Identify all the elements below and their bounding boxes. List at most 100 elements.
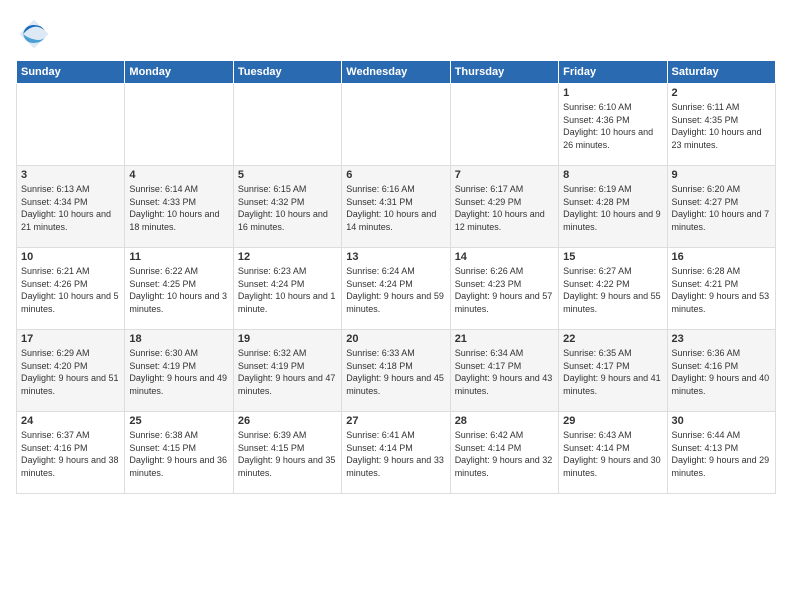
col-header-thursday: Thursday: [450, 61, 558, 84]
col-header-sunday: Sunday: [17, 61, 125, 84]
calendar-cell: 15 Sunrise: 6:27 AM Sunset: 4:22 PM Dayli…: [559, 248, 667, 330]
day-number: 28: [455, 415, 554, 427]
day-number: 20: [346, 333, 445, 345]
col-header-wednesday: Wednesday: [342, 61, 450, 84]
day-number: 27: [346, 415, 445, 427]
calendar-week-row: 17Sunrise: 6:29 AM Sunset: 4:20 PM Dayli…: [17, 330, 776, 412]
day-info: Sunrise: 6:11 AM Sunset: 4:35 PM Dayligh…: [672, 101, 771, 151]
day-info: Sunrise: 6:26 AM Sunset: 4:23 PM Dayligh…: [455, 265, 554, 315]
day-info: Sunrise: 6:19 AM Sunset: 4:28 PM Dayligh…: [563, 183, 662, 233]
calendar-cell: 13 Sunrise: 6:24 AM Sunset: 4:24 PM Dayli…: [342, 248, 450, 330]
day-info: Sunrise: 6:14 AM Sunset: 4:33 PM Dayligh…: [129, 183, 228, 233]
day-number: 29: [563, 415, 662, 427]
day-number: 23: [672, 333, 771, 345]
day-info: Sunrise: 6:10 AM Sunset: 4:36 PM Dayligh…: [563, 101, 662, 151]
calendar-cell: 7Sunrise: 6:17 AM Sunset: 4:29 PM Daylig…: [450, 166, 558, 248]
calendar-header-row: SundayMondayTuesdayWednesdayThursdayFrid…: [17, 61, 776, 84]
calendar-cell: 18 Sunrise: 6:30 AM Sunset: 4:19 PM Dayli…: [125, 330, 233, 412]
day-number: 3: [21, 169, 120, 181]
day-info: Sunrise: 6:38 AM Sunset: 4:15 PM Dayligh…: [129, 429, 228, 479]
day-info: Sunrise: 6:34 AM Sunset: 4:17 PM Dayligh…: [455, 347, 554, 397]
day-info: Sunrise: 6:21 AM Sunset: 4:26 PM Dayligh…: [21, 265, 120, 315]
calendar-cell: 4 Sunrise: 6:14 AM Sunset: 4:33 PM Daylig…: [125, 166, 233, 248]
day-number: 1: [563, 87, 662, 99]
calendar-cell: 16 Sunrise: 6:28 AM Sunset: 4:21 PM Dayli…: [667, 248, 775, 330]
calendar-cell: [342, 84, 450, 166]
day-info: Sunrise: 6:24 AM Sunset: 4:24 PM Dayligh…: [346, 265, 445, 315]
calendar-week-row: 3Sunrise: 6:13 AM Sunset: 4:34 PM Daylig…: [17, 166, 776, 248]
calendar-cell: 6 Sunrise: 6:16 AM Sunset: 4:31 PM Daylig…: [342, 166, 450, 248]
day-number: 16: [672, 251, 771, 263]
calendar-cell: [450, 84, 558, 166]
day-info: Sunrise: 6:16 AM Sunset: 4:31 PM Dayligh…: [346, 183, 445, 233]
calendar-cell: 25 Sunrise: 6:38 AM Sunset: 4:15 PM Dayli…: [125, 412, 233, 494]
calendar-week-row: 10Sunrise: 6:21 AM Sunset: 4:26 PM Dayli…: [17, 248, 776, 330]
day-number: 5: [238, 169, 337, 181]
day-info: Sunrise: 6:44 AM Sunset: 4:13 PM Dayligh…: [672, 429, 771, 479]
calendar-page: SundayMondayTuesdayWednesdayThursdayFrid…: [0, 0, 792, 612]
calendar-cell: 22 Sunrise: 6:35 AM Sunset: 4:17 PM Dayli…: [559, 330, 667, 412]
calendar-cell: 23 Sunrise: 6:36 AM Sunset: 4:16 PM Dayli…: [667, 330, 775, 412]
col-header-saturday: Saturday: [667, 61, 775, 84]
day-info: Sunrise: 6:42 AM Sunset: 4:14 PM Dayligh…: [455, 429, 554, 479]
calendar-cell: [125, 84, 233, 166]
calendar-cell: 27 Sunrise: 6:41 AM Sunset: 4:14 PM Dayli…: [342, 412, 450, 494]
logo-icon: [16, 16, 52, 52]
day-number: 19: [238, 333, 337, 345]
day-number: 6: [346, 169, 445, 181]
day-number: 11: [129, 251, 228, 263]
calendar-table: SundayMondayTuesdayWednesdayThursdayFrid…: [16, 60, 776, 494]
day-info: Sunrise: 6:36 AM Sunset: 4:16 PM Dayligh…: [672, 347, 771, 397]
day-info: Sunrise: 6:35 AM Sunset: 4:17 PM Dayligh…: [563, 347, 662, 397]
day-number: 15: [563, 251, 662, 263]
day-info: Sunrise: 6:33 AM Sunset: 4:18 PM Dayligh…: [346, 347, 445, 397]
day-info: Sunrise: 6:30 AM Sunset: 4:19 PM Dayligh…: [129, 347, 228, 397]
calendar-cell: 19Sunrise: 6:32 AM Sunset: 4:19 PM Dayli…: [233, 330, 341, 412]
day-number: 22: [563, 333, 662, 345]
day-number: 17: [21, 333, 120, 345]
day-number: 12: [238, 251, 337, 263]
calendar-cell: 26 Sunrise: 6:39 AM Sunset: 4:15 PM Dayli…: [233, 412, 341, 494]
header: [16, 16, 776, 52]
day-number: 14: [455, 251, 554, 263]
day-info: Sunrise: 6:17 AM Sunset: 4:29 PM Dayligh…: [455, 183, 554, 233]
day-number: 21: [455, 333, 554, 345]
calendar-cell: 21 Sunrise: 6:34 AM Sunset: 4:17 PM Dayli…: [450, 330, 558, 412]
day-info: Sunrise: 6:28 AM Sunset: 4:21 PM Dayligh…: [672, 265, 771, 315]
day-info: Sunrise: 6:27 AM Sunset: 4:22 PM Dayligh…: [563, 265, 662, 315]
calendar-cell: [233, 84, 341, 166]
calendar-cell: 24 Sunrise: 6:37 AM Sunset: 4:16 PM Dayli…: [17, 412, 125, 494]
calendar-cell: 5 Sunrise: 6:15 AM Sunset: 4:32 PM Daylig…: [233, 166, 341, 248]
calendar-cell: 8 Sunrise: 6:19 AM Sunset: 4:28 PM Daylig…: [559, 166, 667, 248]
day-number: 25: [129, 415, 228, 427]
day-info: Sunrise: 6:15 AM Sunset: 4:32 PM Dayligh…: [238, 183, 337, 233]
day-number: 24: [21, 415, 120, 427]
calendar-cell: 9 Sunrise: 6:20 AM Sunset: 4:27 PM Daylig…: [667, 166, 775, 248]
day-number: 30: [672, 415, 771, 427]
calendar-cell: 3Sunrise: 6:13 AM Sunset: 4:34 PM Daylig…: [17, 166, 125, 248]
day-info: Sunrise: 6:23 AM Sunset: 4:24 PM Dayligh…: [238, 265, 337, 315]
calendar-cell: 28 Sunrise: 6:42 AM Sunset: 4:14 PM Dayli…: [450, 412, 558, 494]
day-info: Sunrise: 6:43 AM Sunset: 4:14 PM Dayligh…: [563, 429, 662, 479]
calendar-cell: 30 Sunrise: 6:44 AM Sunset: 4:13 PM Dayli…: [667, 412, 775, 494]
day-info: Sunrise: 6:37 AM Sunset: 4:16 PM Dayligh…: [21, 429, 120, 479]
calendar-cell: [17, 84, 125, 166]
calendar-cell: 1 Sunrise: 6:10 AM Sunset: 4:36 PM Daylig…: [559, 84, 667, 166]
calendar-week-row: 24 Sunrise: 6:37 AM Sunset: 4:16 PM Dayli…: [17, 412, 776, 494]
day-info: Sunrise: 6:41 AM Sunset: 4:14 PM Dayligh…: [346, 429, 445, 479]
calendar-cell: 10Sunrise: 6:21 AM Sunset: 4:26 PM Dayli…: [17, 248, 125, 330]
calendar-cell: 29 Sunrise: 6:43 AM Sunset: 4:14 PM Dayli…: [559, 412, 667, 494]
calendar-cell: 11 Sunrise: 6:22 AM Sunset: 4:25 PM Dayli…: [125, 248, 233, 330]
day-number: 9: [672, 169, 771, 181]
day-info: Sunrise: 6:22 AM Sunset: 4:25 PM Dayligh…: [129, 265, 228, 315]
day-number: 13: [346, 251, 445, 263]
day-number: 26: [238, 415, 337, 427]
day-number: 4: [129, 169, 228, 181]
calendar-week-row: 1 Sunrise: 6:10 AM Sunset: 4:36 PM Daylig…: [17, 84, 776, 166]
day-info: Sunrise: 6:39 AM Sunset: 4:15 PM Dayligh…: [238, 429, 337, 479]
day-number: 8: [563, 169, 662, 181]
day-number: 18: [129, 333, 228, 345]
calendar-cell: 17Sunrise: 6:29 AM Sunset: 4:20 PM Dayli…: [17, 330, 125, 412]
day-info: Sunrise: 6:20 AM Sunset: 4:27 PM Dayligh…: [672, 183, 771, 233]
calendar-cell: 12 Sunrise: 6:23 AM Sunset: 4:24 PM Dayli…: [233, 248, 341, 330]
